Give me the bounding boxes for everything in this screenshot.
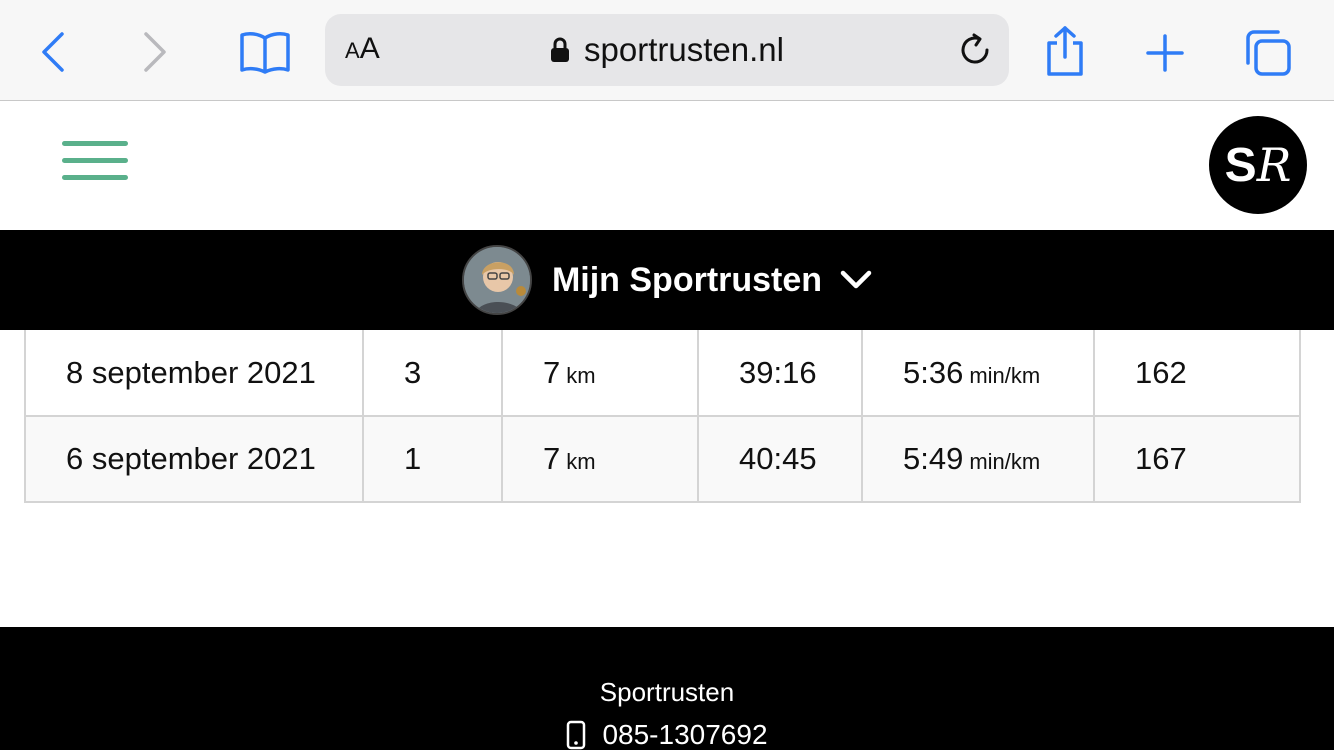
logo-letter-s: S — [1224, 138, 1257, 192]
footer-phone-number: 085-1307692 — [602, 719, 768, 750]
menu-button[interactable] — [62, 141, 128, 181]
footer-company-name: Sportrusten — [599, 677, 735, 707]
chevron-left-icon — [42, 32, 64, 72]
bookmarks-button[interactable] — [238, 28, 292, 76]
sportrusten-logo[interactable]: SR — [1209, 116, 1307, 214]
date-cell: 6 september 2021 — [24, 415, 364, 503]
address-bar[interactable]: AA sportrusten.nl — [325, 14, 1009, 86]
share-button[interactable] — [1040, 24, 1090, 78]
heart-rate-cell: 167 — [1093, 415, 1301, 503]
workouts-table: 8 september 2021 3 7 km 39:16 5:36 min/km … — [24, 330, 1301, 503]
hamburger-icon — [62, 141, 128, 146]
lock-icon — [550, 37, 570, 63]
table-row[interactable]: 6 september 2021 1 7 km 40:45 5:49 min/km … — [24, 415, 1301, 503]
reload-button[interactable] — [957, 32, 993, 73]
tabs-button[interactable] — [1242, 28, 1294, 78]
account-menu[interactable]: Mijn Sportrusten — [0, 230, 1334, 330]
heart-rate-cell: 162 — [1093, 330, 1301, 417]
pace-cell: 5:36 min/km — [861, 330, 1095, 417]
new-tab-button[interactable] — [1142, 30, 1188, 76]
number-cell: 1 — [362, 415, 503, 503]
phone-icon — [566, 720, 586, 750]
footer-phone[interactable]: 085-1307692 — [0, 719, 1334, 751]
number-cell: 3 — [362, 330, 503, 417]
url-display[interactable]: sportrusten.nl — [325, 14, 1009, 86]
avatar — [461, 245, 532, 315]
distance-cell: 7 km — [501, 415, 699, 503]
logo-letter-r: R — [1256, 138, 1292, 192]
tabs-icon — [1246, 30, 1291, 76]
account-label: Mijn Sportrusten — [551, 260, 823, 299]
hamburger-line — [62, 158, 128, 163]
share-icon — [1047, 26, 1083, 76]
url-text: sportrusten.nl — [584, 31, 784, 68]
back-button[interactable] — [36, 30, 70, 74]
hamburger-line — [62, 175, 128, 180]
date-cell: 8 september 2021 — [24, 330, 364, 417]
plus-icon — [1146, 34, 1184, 72]
table-row[interactable]: 8 september 2021 3 7 km 39:16 5:36 min/km … — [24, 330, 1301, 417]
time-cell: 40:45 — [697, 415, 863, 503]
chevron-down-icon — [840, 270, 872, 290]
pace-cell: 5:49 min/km — [861, 415, 1095, 503]
site-footer: Sportrusten 085-1307692 — [0, 627, 1334, 750]
time-cell: 39:16 — [697, 330, 863, 417]
distance-cell: 7 km — [501, 330, 699, 417]
book-icon — [240, 32, 290, 74]
reload-icon — [961, 33, 989, 64]
forward-button[interactable] — [138, 30, 172, 74]
site-header: SR — [0, 101, 1334, 230]
browser-toolbar: AA sportrusten.nl — [0, 0, 1334, 101]
chevron-right-icon — [144, 32, 166, 72]
